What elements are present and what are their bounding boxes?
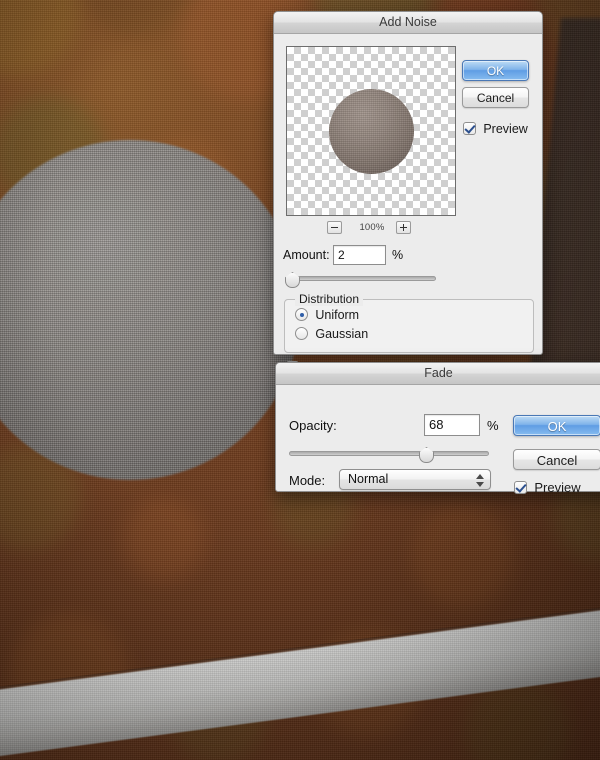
radio-gaussian-icon — [295, 327, 308, 340]
mode-select[interactable]: Normal — [339, 469, 491, 490]
add-noise-titlebar[interactable]: Add Noise — [274, 12, 542, 34]
checkbox-checked-icon — [463, 122, 476, 135]
amount-slider-thumb[interactable] — [284, 272, 300, 288]
fade-dialog: Fade Opacity: 68 % Mode: Normal OK Cance… — [275, 362, 600, 495]
amount-slider[interactable] — [284, 270, 436, 288]
fade-titlebar[interactable]: Fade — [276, 363, 600, 385]
chevron-updown-icon — [476, 473, 485, 488]
radio-uniform-icon — [295, 308, 308, 321]
radio-uniform-label: Uniform — [315, 308, 360, 322]
add-noise-dialog: Add Noise 100% Amount: 2 % Distribution … — [273, 11, 543, 375]
radio-uniform[interactable]: Uniform — [295, 308, 359, 322]
amount-label: Amount: — [283, 248, 330, 262]
noise-preview-pane[interactable] — [286, 46, 456, 216]
fade-ok-button[interactable]: OK — [513, 415, 600, 436]
radio-gaussian[interactable]: Gaussian — [295, 327, 368, 341]
checkbox-checked-icon — [514, 481, 527, 494]
add-noise-cancel-button[interactable]: Cancel — [462, 87, 529, 108]
add-noise-ok-button[interactable]: OK — [462, 60, 529, 81]
add-noise-preview-label: Preview — [483, 122, 528, 136]
amount-slider-track — [288, 276, 436, 281]
distribution-legend: Distribution — [295, 292, 364, 306]
radio-gaussian-label: Gaussian — [315, 327, 369, 341]
screenshot-canvas: Add Noise 100% Amount: 2 % Distribution … — [0, 0, 600, 760]
fade-preview-label: Preview — [534, 480, 581, 495]
opacity-label: Opacity: — [289, 418, 337, 433]
zoom-in-icon[interactable] — [396, 221, 411, 234]
preview-sphere-noise — [329, 89, 414, 174]
add-noise-preview-checkbox[interactable]: Preview — [463, 122, 528, 136]
fade-cancel-button[interactable]: Cancel — [513, 449, 600, 470]
opacity-slider-track — [289, 451, 489, 456]
mode-select-value: Normal — [348, 472, 389, 486]
opacity-slider-thumb[interactable] — [419, 447, 434, 463]
opacity-unit-label: % — [487, 418, 499, 433]
distribution-group: Distribution Uniform Gaussian — [284, 292, 534, 353]
opacity-slider[interactable] — [289, 445, 489, 463]
opacity-input[interactable]: 68 — [424, 414, 480, 436]
fade-preview-checkbox[interactable]: Preview — [514, 480, 581, 495]
mode-label: Mode: — [289, 473, 326, 488]
zoom-out-icon[interactable] — [327, 221, 342, 234]
amount-unit-label: % — [392, 248, 404, 262]
amount-input[interactable]: 2 — [333, 245, 386, 265]
zoom-level-label: 100% — [359, 222, 385, 233]
